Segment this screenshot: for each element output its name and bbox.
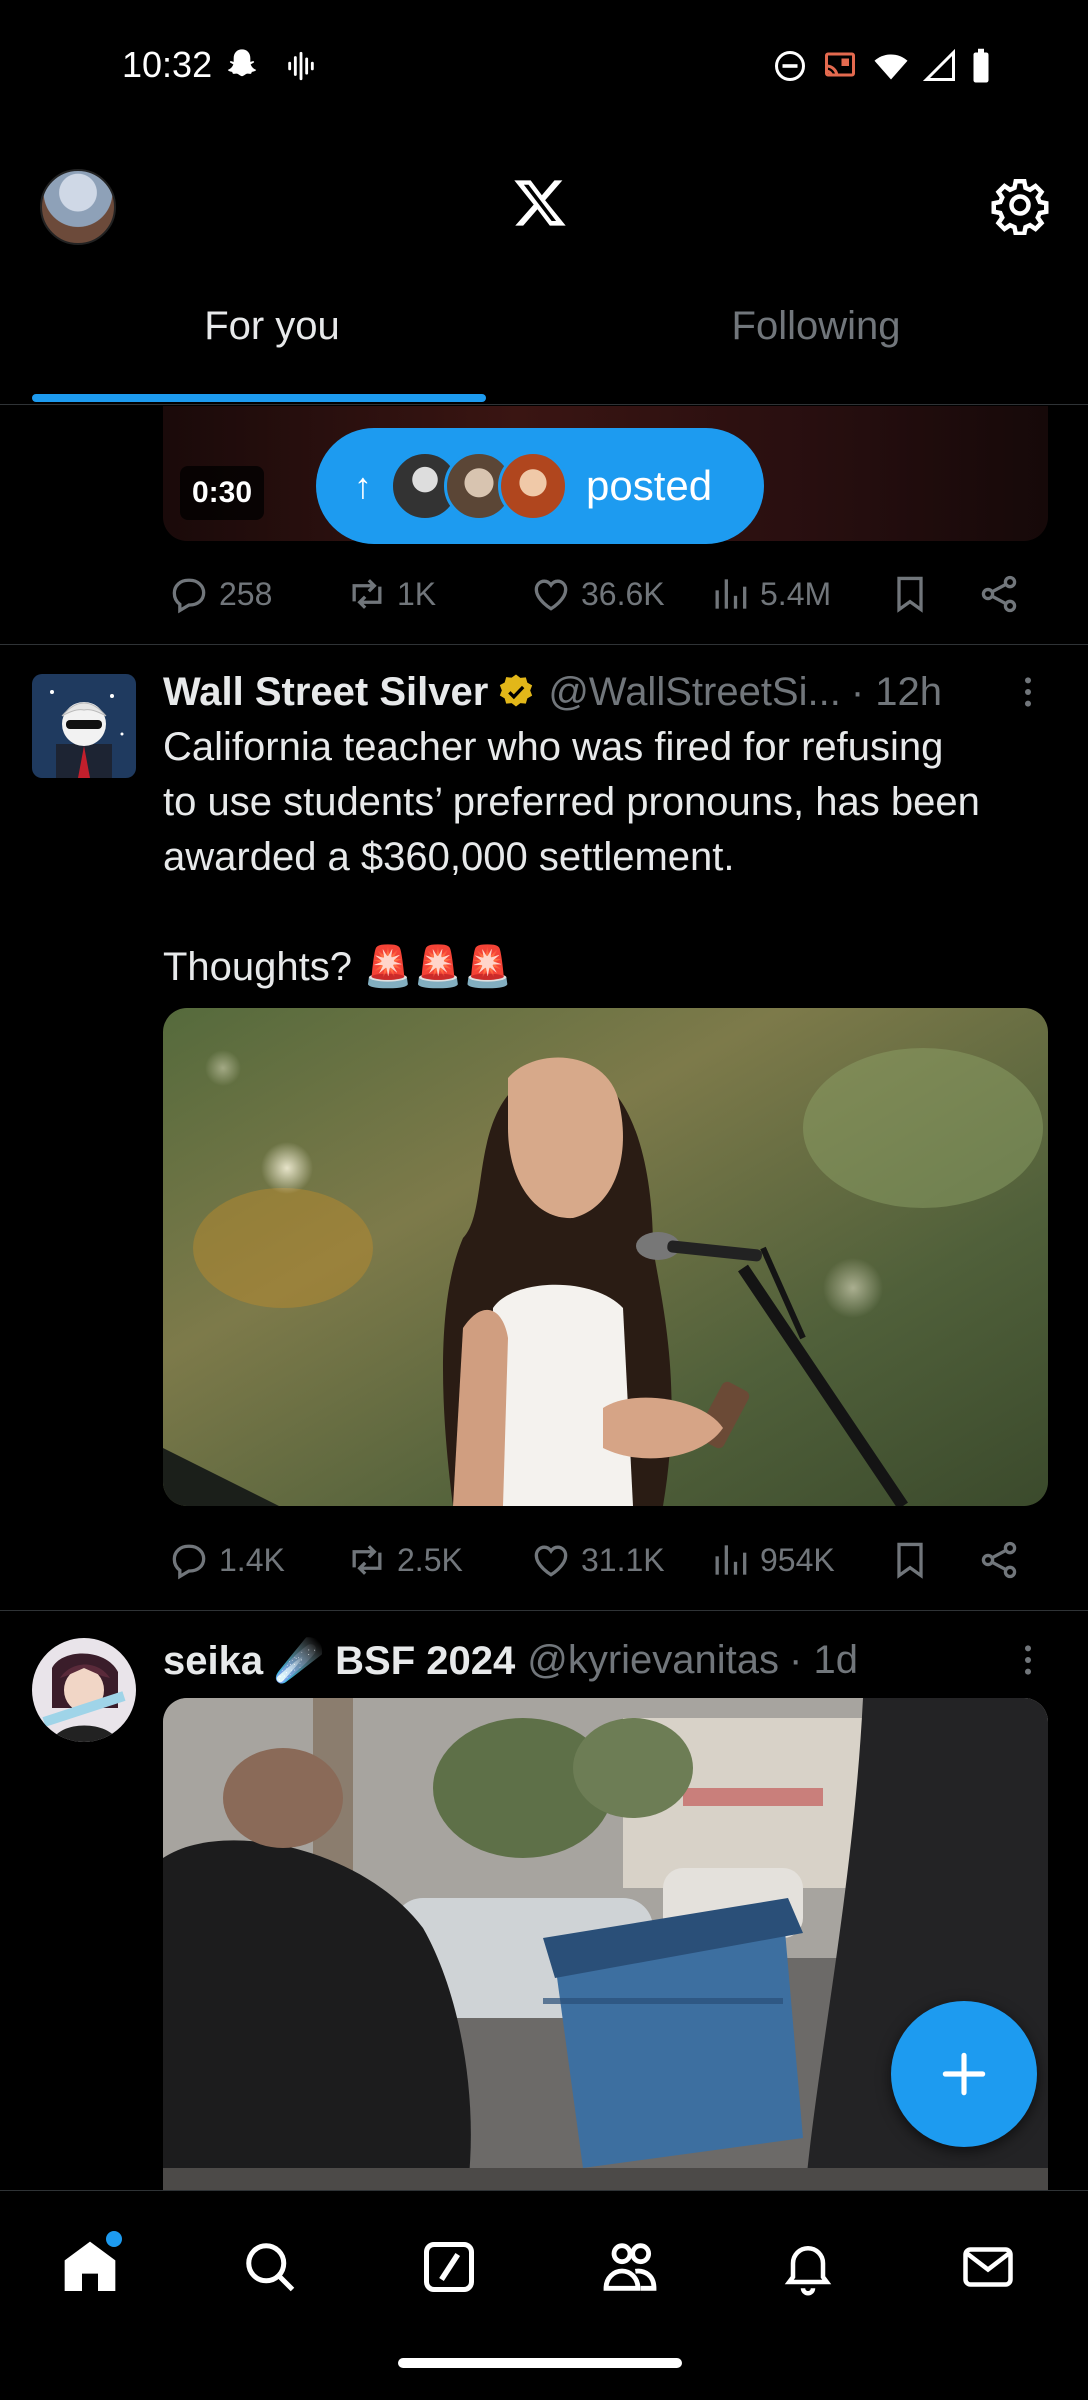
tweet-text[interactable]: California teacher who was fired for ref… — [163, 720, 1048, 995]
cast-icon — [825, 52, 855, 77]
bookmark-button[interactable] — [888, 564, 932, 624]
communities-icon — [603, 2243, 657, 2291]
signal-icon — [922, 48, 955, 81]
arrow-up-icon: ↑ — [354, 465, 372, 506]
more-options-icon[interactable] — [1008, 672, 1048, 712]
tweet-header: seika ☄️ BSF 2024 @kyrievanitas · 1d — [163, 1632, 1048, 1688]
bookmark-button[interactable] — [888, 1530, 932, 1590]
repost-count: 1K — [397, 575, 437, 612]
nav-communities[interactable] — [590, 2227, 670, 2307]
views-icon — [715, 579, 747, 609]
repost-count: 2.5K — [397, 1541, 463, 1578]
active-tab-indicator — [32, 394, 486, 402]
post-time: · 12h — [850, 669, 943, 714]
status-time: 10:32 — [122, 44, 213, 85]
post-time: · 1d — [789, 1637, 858, 1682]
video-duration-badge: 0:30 — [180, 466, 265, 520]
gear-icon[interactable] — [990, 175, 1050, 236]
status-bar: 10:32 — [0, 0, 1088, 135]
tab-label: Following — [731, 303, 901, 348]
profile-avatar[interactable] — [40, 169, 116, 245]
reply-count: 258 — [219, 575, 273, 612]
nav-home[interactable] — [50, 2227, 130, 2307]
x-logo-icon — [512, 175, 568, 231]
repost-icon — [352, 579, 382, 609]
voice-icon — [288, 51, 314, 81]
display-name[interactable]: Wall Street Silver — [163, 670, 488, 715]
messages-icon — [963, 2247, 1013, 2287]
nav-messages[interactable] — [948, 2227, 1028, 2307]
wifi-icon — [874, 54, 908, 80]
view-count: 5.4M — [760, 575, 832, 612]
tab-following[interactable]: Following — [544, 282, 1088, 404]
compose-button[interactable] — [891, 2001, 1037, 2147]
timeline-feed[interactable]: 0:30 ↑ posted 258 1K 36.6K 5.4M Wall Str… — [0, 406, 1088, 2190]
tweet-header: Wall Street Silver @WallStreetSi... · 12… — [163, 664, 1048, 720]
tweet-text-line: awarded a $360,000 settlement. — [163, 835, 735, 879]
share-icon — [981, 1541, 1017, 1579]
new-posts-label: posted — [586, 462, 713, 509]
search-icon — [246, 2243, 295, 2292]
reply-icon — [172, 1544, 206, 1580]
reply-icon — [172, 578, 206, 614]
user-handle[interactable]: @kyrievanitas — [527, 1638, 779, 1683]
nav-notifications[interactable] — [768, 2227, 848, 2307]
tweet-image[interactable] — [163, 1008, 1048, 1506]
bookmark-icon — [897, 1542, 923, 1579]
share-button[interactable] — [977, 1530, 1021, 1590]
timeline-tabs: For you Following — [0, 282, 1088, 405]
tweet-text-line: California teacher who was fired for ref… — [163, 725, 944, 769]
display-name[interactable]: seika ☄️ BSF 2024 — [163, 1637, 515, 1684]
user-handle[interactable]: @WallStreetSi... — [548, 670, 841, 715]
battery-icon — [973, 48, 989, 83]
divider — [0, 1610, 1088, 1611]
avatar — [498, 451, 568, 521]
more-options-icon[interactable] — [1008, 1640, 1048, 1680]
dnd-icon — [775, 51, 805, 81]
like-button[interactable]: 36.6K — [529, 564, 665, 624]
share-button[interactable] — [977, 564, 1021, 624]
divider — [0, 644, 1088, 645]
like-count: 31.1K — [581, 1541, 665, 1578]
grok-icon — [424, 2242, 474, 2292]
plus-icon — [942, 2052, 986, 2096]
snapchat-icon — [227, 49, 257, 77]
avatar[interactable] — [32, 1638, 136, 1742]
like-count: 36.6K — [581, 575, 665, 612]
repost-button[interactable]: 1K — [345, 564, 436, 624]
share-icon — [981, 575, 1017, 613]
home-gesture-bar[interactable] — [398, 2358, 682, 2368]
tweet-text-line: to use students’ preferred pronouns, has… — [163, 780, 980, 824]
bookmark-icon — [897, 576, 923, 613]
nav-search[interactable] — [230, 2227, 310, 2307]
repost-icon — [352, 1545, 382, 1575]
tweet-actions: 258 1K 36.6K 5.4M — [163, 564, 1048, 624]
heart-icon — [534, 1545, 568, 1577]
nav-grok[interactable] — [409, 2227, 489, 2307]
views-icon — [715, 1545, 747, 1575]
heart-icon — [534, 579, 568, 611]
view-count: 954K — [760, 1541, 835, 1578]
top-app-bar — [0, 135, 1088, 275]
reply-button[interactable]: 1.4K — [167, 1530, 285, 1590]
notification-dot — [106, 2231, 122, 2247]
tab-for-you[interactable]: For you — [0, 282, 544, 404]
tab-label: For you — [204, 303, 340, 348]
tweet-text-line: Thoughts? 🚨🚨🚨 — [163, 945, 513, 989]
avatar[interactable] — [32, 674, 136, 778]
views-button[interactable]: 5.4M — [708, 564, 831, 624]
tweet-actions: 1.4K 2.5K 31.1K 954K — [163, 1530, 1048, 1590]
new-posts-pill[interactable]: ↑ posted — [316, 428, 764, 544]
views-button[interactable]: 954K — [708, 1530, 835, 1590]
reply-count: 1.4K — [219, 1541, 285, 1578]
repost-button[interactable]: 2.5K — [345, 1530, 463, 1590]
like-button[interactable]: 31.1K — [529, 1530, 665, 1590]
bottom-navigation — [0, 2190, 1088, 2400]
verified-badge-icon — [500, 674, 533, 707]
reply-button[interactable]: 258 — [167, 564, 272, 624]
notifications-icon — [784, 2246, 832, 2296]
